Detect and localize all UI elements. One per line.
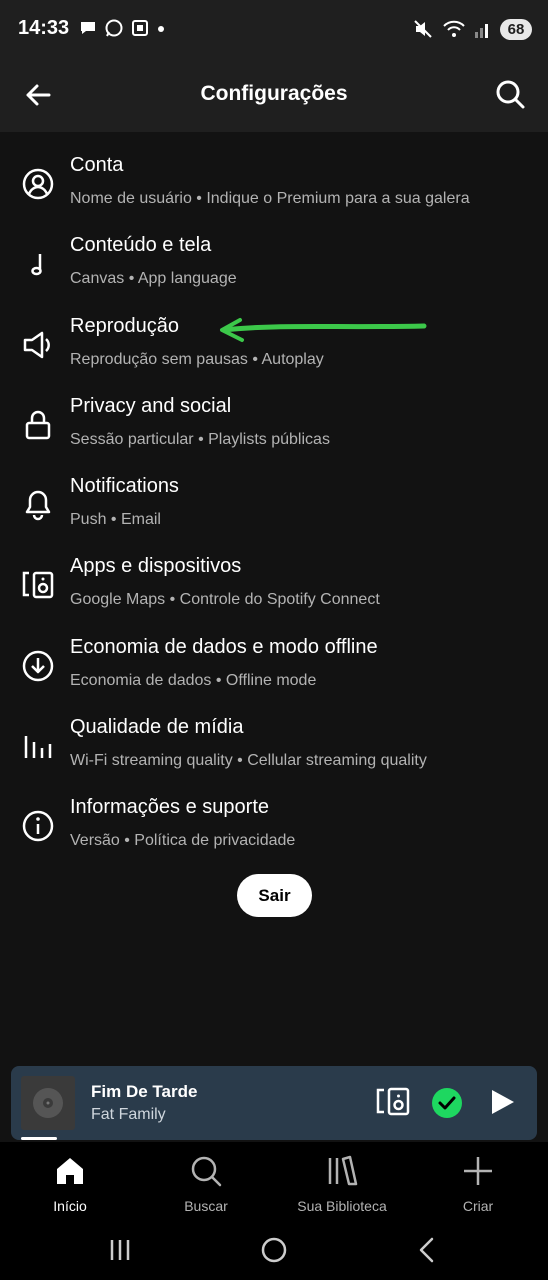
vinyl-icon	[33, 1088, 63, 1118]
devices-icon	[20, 567, 56, 603]
home-button-icon[interactable]	[254, 1234, 294, 1266]
plus-icon	[464, 1157, 492, 1185]
play-icon[interactable]	[485, 1086, 517, 1118]
info-icon	[20, 808, 56, 844]
settings-item-subtitle: Canvas • App language	[70, 270, 237, 288]
home-icon	[57, 1158, 83, 1184]
settings-item-subtitle: Sessão particular • Playlists públicas	[70, 430, 330, 448]
settings-item-title: Conta	[70, 154, 124, 176]
settings-item-title: Privacy and social	[70, 394, 232, 417]
settings-item-quality[interactable]: Qualidade de mídia Wi-Fi streaming quali…	[0, 710, 548, 790]
bars-icon	[20, 728, 56, 764]
settings-item-privacy[interactable]: Privacy and social Sessão particular • P…	[0, 389, 548, 469]
settings-item-subtitle: Reprodução sem pausas • Autoplay	[70, 350, 324, 368]
settings-item-subtitle: Nome de usuário • Indique o Premium para…	[70, 190, 470, 207]
nav-item-inicio[interactable]: Início	[0, 1154, 140, 1214]
search-icon	[496, 80, 525, 109]
nav-item-biblioteca[interactable]: Sua Biblioteca	[272, 1154, 412, 1214]
logout-button[interactable]: Sair	[237, 874, 312, 917]
nav-label: Sua Biblioteca	[297, 1198, 387, 1214]
app-header: Configurações	[0, 60, 548, 132]
album-cover	[21, 1076, 75, 1130]
liked-check-icon[interactable]	[431, 1087, 463, 1119]
page-title: Configurações	[200, 82, 348, 105]
settings-item-title: Economia de dados e modo offline	[70, 635, 378, 658]
settings-item-info[interactable]: Informações e suporte Versão • Política …	[0, 790, 548, 870]
battery-level: 68	[500, 18, 532, 40]
settings-item-subtitle: Wi-Fi streaming quality • Cellular strea…	[70, 752, 427, 770]
settings-item-apps[interactable]: Apps e dispositivos Google Maps • Contro…	[0, 549, 548, 629]
track-artist: Fat Family	[91, 1106, 166, 1123]
signal-icon	[475, 24, 488, 38]
settings-item-title: Conteúdo e tela	[70, 234, 212, 257]
connect-devices-icon[interactable]	[375, 1086, 411, 1118]
speaker-icon	[20, 327, 56, 363]
wifi-icon	[443, 20, 465, 37]
recent-apps-icon[interactable]	[100, 1234, 140, 1266]
settings-item-title: Apps e dispositivos	[70, 555, 242, 578]
back-nav-icon[interactable]	[408, 1234, 448, 1266]
notification-icons	[78, 18, 166, 38]
status-right: 68	[412, 18, 532, 40]
dot-icon	[158, 26, 164, 32]
settings-item-notifications[interactable]: Notifications Push • Email	[0, 469, 548, 549]
settings-item-subtitle: Versão • Política de privacidade	[70, 832, 296, 850]
search-button[interactable]	[492, 76, 528, 112]
settings-item-title: Informações e suporte	[70, 796, 269, 819]
search-icon	[191, 1156, 222, 1187]
android-nav-bar	[0, 1222, 548, 1280]
track-title: Fim De Tarde	[91, 1082, 198, 1101]
playback-progress	[21, 1137, 57, 1140]
library-icon	[328, 1155, 358, 1186]
settings-item-subtitle: Google Maps • Controle do Spotify Connec…	[70, 591, 380, 609]
nav-item-criar[interactable]: Criar	[408, 1154, 548, 1214]
settings-item-subtitle: Economia de dados • Offline mode	[70, 671, 317, 689]
bell-icon	[20, 487, 56, 523]
settings-item-subtitle: Push • Email	[70, 511, 161, 529]
mute-icon	[414, 20, 432, 38]
settings-item-title: Notifications	[70, 475, 179, 498]
chat-icon	[81, 22, 95, 34]
download-icon	[20, 648, 56, 684]
status-time: 14:33	[18, 17, 70, 39]
nav-label: Buscar	[184, 1198, 228, 1214]
music-note-icon	[20, 246, 56, 282]
screenshot-icon	[132, 20, 148, 36]
annotation-arrow	[220, 318, 427, 342]
nav-label: Criar	[462, 1198, 494, 1214]
nav-label: Início	[53, 1198, 87, 1214]
lock-icon	[20, 407, 56, 443]
whatsapp-icon	[105, 19, 123, 37]
bottom-nav: Início Buscar Sua Biblioteca Criar	[0, 1142, 548, 1222]
settings-list: Conta Nome de usuário • Indique o Premiu…	[0, 148, 548, 871]
settings-item-conteudo[interactable]: Conteúdo e tela Canvas • App language	[0, 228, 548, 308]
settings-item-offline[interactable]: Economia de dados e modo offline Economi…	[0, 630, 548, 710]
settings-item-title: Reprodução	[70, 314, 179, 337]
nav-item-buscar[interactable]: Buscar	[136, 1154, 276, 1214]
user-circle-icon	[20, 166, 56, 202]
settings-item-conta[interactable]: Conta Nome de usuário • Indique o Premiu…	[0, 148, 548, 228]
mini-player[interactable]: Fim De Tarde Fat Family	[11, 1066, 537, 1140]
settings-item-title: Qualidade de mídia	[70, 716, 244, 739]
status-bar: 14:33 68	[0, 0, 548, 60]
